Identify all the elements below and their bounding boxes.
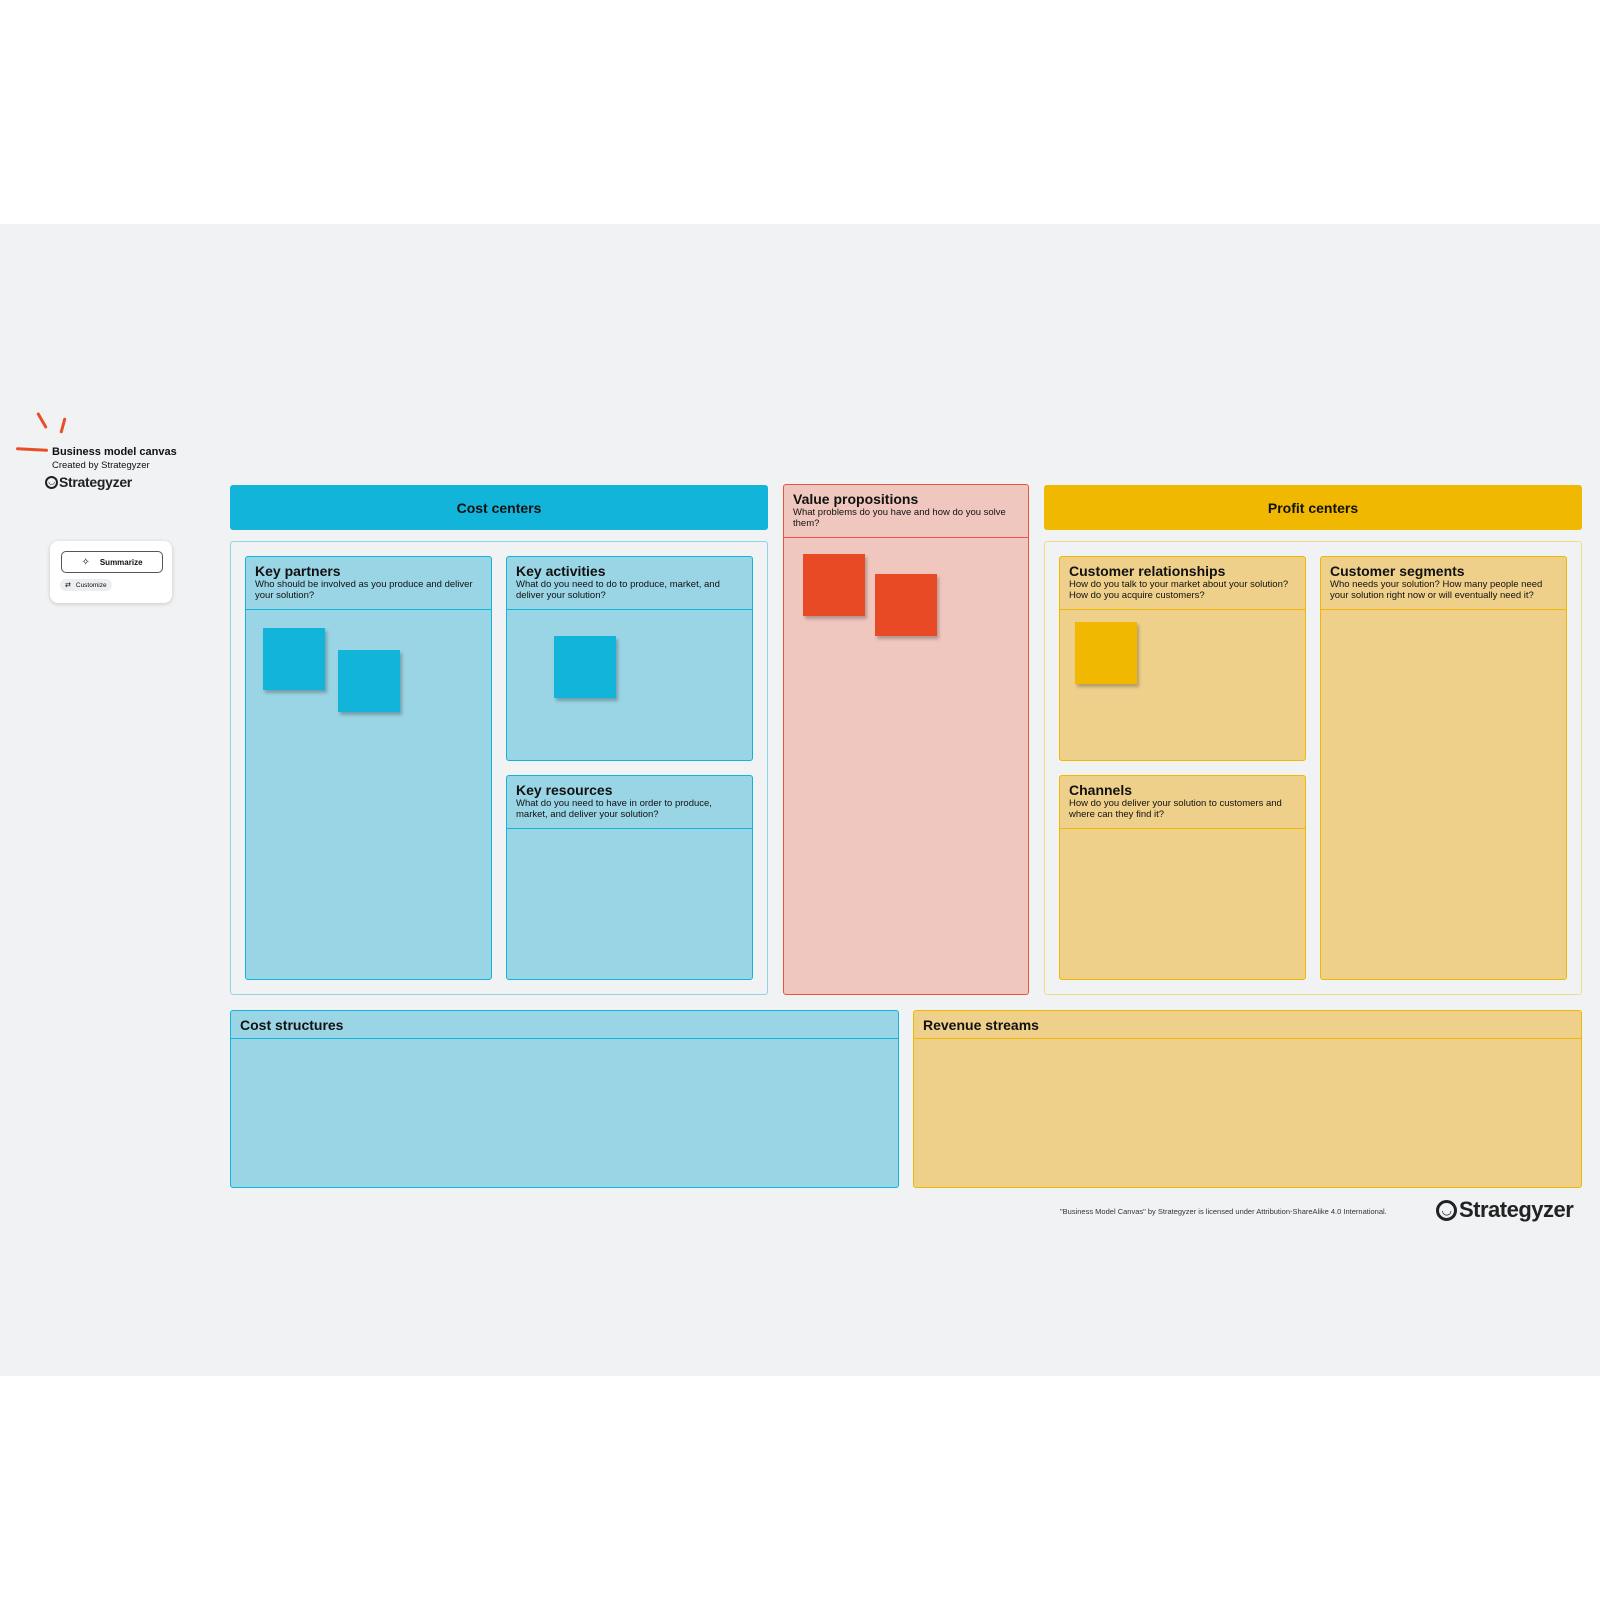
strategyzer-logo-footer: ◡ Strategyzer (1436, 1197, 1574, 1223)
brand-name: Strategyzer (59, 474, 132, 490)
cost-structures-header: Cost structures (231, 1011, 898, 1039)
sticky-note[interactable] (263, 628, 325, 690)
block-description: What problems do you have and how do you… (793, 507, 1006, 529)
block-description: What do you need to do to produce, marke… (516, 579, 720, 601)
block-title: Key activities (516, 563, 606, 579)
strategyzer-mark-icon: ◡ (45, 475, 58, 489)
block-title: Revenue streams (923, 1017, 1039, 1033)
license-text: "Business Model Canvas" by Strategyzer i… (1060, 1207, 1387, 1216)
sticky-note[interactable] (875, 574, 937, 636)
ai-widget: ✧ Summarize ⇄ Customize (50, 541, 172, 603)
customer-relationships-header: Customer relationships How do you talk t… (1060, 557, 1305, 610)
block-title: Key resources (516, 782, 613, 798)
sticky-note[interactable] (1075, 622, 1137, 684)
customize-label: Customize (75, 581, 107, 589)
block-title: Cost structures (240, 1017, 344, 1033)
sparkle-icon: ✧ (81, 556, 90, 568)
template-title: Business model canvas (52, 446, 177, 458)
block-title: Customer relationships (1069, 563, 1226, 579)
sliders-icon: ⇄ (65, 582, 71, 589)
block-description: What do you need to have in order to pro… (516, 798, 712, 820)
summarize-label: Summarize (99, 557, 143, 567)
block-description: Who needs your solution? How many people… (1330, 579, 1543, 601)
strategyzer-logo: ◡ Strategyzer (45, 474, 132, 490)
block-description: Who should be involved as you produce an… (255, 579, 473, 601)
block-title: Customer segments (1330, 563, 1465, 579)
customer-segments-block[interactable]: Customer segments Who needs your solutio… (1320, 556, 1567, 980)
cost-structures-block[interactable]: Cost structures (230, 1010, 899, 1188)
key-partners-header: Key partners Who should be involved as y… (246, 557, 491, 610)
key-resources-header: Key resources What do you need to have i… (507, 776, 752, 829)
strategyzer-mark-icon: ◡ (1436, 1199, 1457, 1221)
template-subtitle: Created by Strategyzer (52, 460, 150, 471)
block-title: Channels (1069, 782, 1133, 798)
brand-name: Strategyzer (1459, 1197, 1574, 1222)
key-resources-block[interactable]: Key resources What do you need to have i… (506, 775, 753, 980)
profit-centers-header: Profit centers (1044, 485, 1582, 530)
value-propositions-header: Value propositions What problems do you … (784, 485, 1028, 538)
key-activities-block[interactable]: Key activities What do you need to do to… (506, 556, 753, 761)
block-description: How do you talk to your market about you… (1069, 579, 1289, 601)
customer-segments-header: Customer segments Who needs your solutio… (1321, 557, 1566, 610)
block-description: How do you deliver your solution to cust… (1069, 798, 1282, 820)
block-title: Key partners (255, 563, 341, 579)
summarize-button[interactable]: ✧ Summarize (61, 551, 163, 573)
sticky-note[interactable] (803, 554, 865, 616)
customize-button[interactable]: ⇄ Customize (60, 579, 112, 591)
channels-header: Channels How do you deliver your solutio… (1060, 776, 1305, 829)
channels-block[interactable]: Channels How do you deliver your solutio… (1059, 775, 1306, 980)
sticky-note[interactable] (338, 650, 400, 712)
revenue-streams-block[interactable]: Revenue streams (913, 1010, 1582, 1188)
cost-centers-header: Cost centers (230, 485, 768, 530)
block-title: Value propositions (793, 491, 919, 507)
revenue-streams-header: Revenue streams (914, 1011, 1581, 1039)
sticky-note[interactable] (554, 636, 616, 698)
key-activities-header: Key activities What do you need to do to… (507, 557, 752, 610)
key-partners-block[interactable]: Key partners Who should be involved as y… (245, 556, 492, 980)
